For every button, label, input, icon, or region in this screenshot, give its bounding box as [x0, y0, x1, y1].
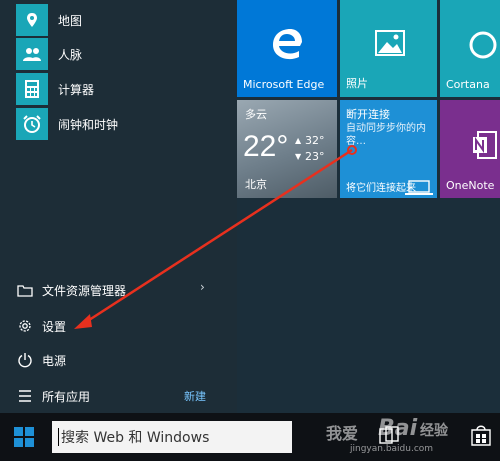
- watermark-brand: Bai: [378, 416, 418, 441]
- annotation-arrow: [74, 145, 357, 329]
- windows-logo-icon: [14, 427, 34, 447]
- store-icon[interactable]: [470, 423, 492, 447]
- start-button[interactable]: [0, 413, 48, 461]
- watermark-jingyan: 经验: [420, 423, 448, 439]
- text-caret: [58, 428, 59, 446]
- watermark-woai: 我爱: [326, 424, 359, 443]
- watermark-site: jingyan.baidu.com: [350, 444, 434, 454]
- search-text: 搜索 Web 和 Windows: [61, 430, 210, 446]
- search-box[interactable]: 搜索 Web 和 Windows: [52, 421, 292, 453]
